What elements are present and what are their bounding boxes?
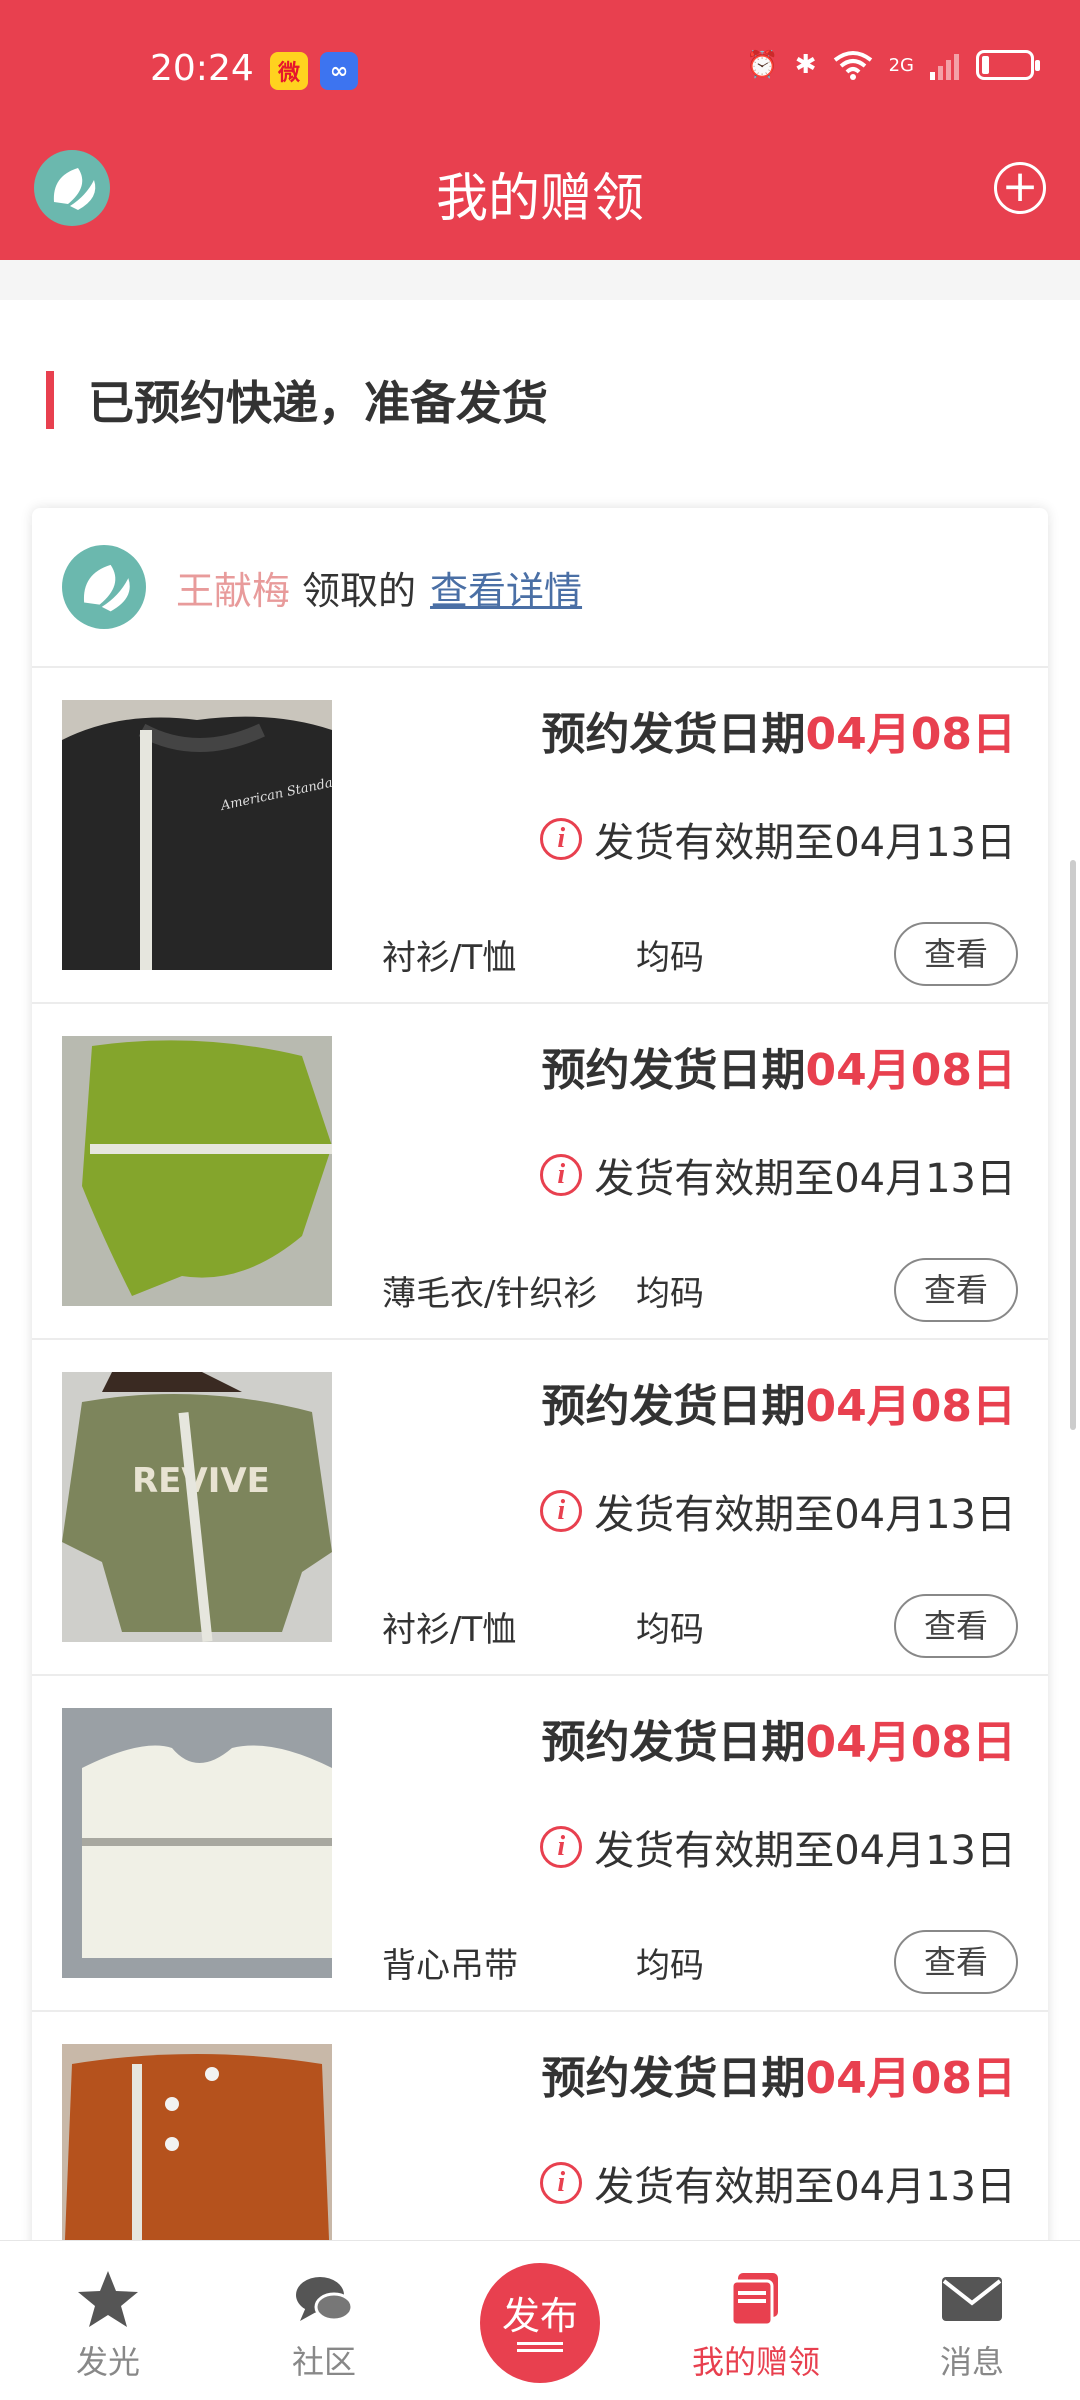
weibo-notification-icon: 微 xyxy=(270,52,308,90)
page-title: 我的赠领 xyxy=(435,169,644,229)
header: 我的赠领 + xyxy=(0,142,1080,260)
item-size: 均码 xyxy=(636,1946,704,1986)
info-icon: i xyxy=(540,1826,583,1868)
alarm-icon: ⏰ xyxy=(746,50,779,80)
status-time: 20:24 xyxy=(150,48,254,89)
item-photo[interactable]: American Standard xyxy=(62,700,332,970)
tab-label: 发光 xyxy=(75,2343,140,2381)
delivery-date: 预约发货日期04月08日 xyxy=(541,1717,1016,1768)
item-photo[interactable]: REVIVE xyxy=(62,1372,332,1642)
item-category: 衬衫/T恤 xyxy=(382,938,517,978)
info-icon: i xyxy=(540,1490,583,1532)
section-accent-bar xyxy=(46,371,54,429)
info-icon: i xyxy=(540,2162,583,2204)
status-indicators: ⏰ ✱ 2G xyxy=(746,50,1040,80)
bottom-tab-bar: 发光 社区 发布 我的赠领 消息 xyxy=(0,2240,1080,2400)
item-photo[interactable] xyxy=(62,1708,332,1978)
list-item[interactable]: 预约发货日期04月08日 i 发货有效期至04月13日 薄毛衣/针织衫 均码 查看 xyxy=(32,1004,1048,1340)
avatar xyxy=(62,545,146,629)
tab-label: 消息 xyxy=(939,2343,1004,2381)
tab-label: 我的赠领 xyxy=(691,2343,820,2381)
card-header: 王献梅 领取的 查看详情 xyxy=(32,508,1048,668)
valid-until: i 发货有效期至04月13日 xyxy=(540,2154,1016,2212)
item-category: 薄毛衣/针织衫 xyxy=(382,1274,598,1314)
valid-until: i 发货有效期至04月13日 xyxy=(540,1818,1016,1876)
view-button[interactable]: 查看 xyxy=(894,922,1018,986)
publish-label: 发布 xyxy=(501,2294,578,2338)
section-title: 已预约快递，准备发货 xyxy=(88,376,548,430)
claim-card: 王献梅 领取的 查看详情 American Standard 预约发货日期04月… xyxy=(32,508,1048,2240)
separator xyxy=(0,260,1080,300)
view-button[interactable]: 查看 xyxy=(894,1594,1018,1658)
tab-messages[interactable]: 消息 xyxy=(864,2241,1080,2400)
item-size: 均码 xyxy=(636,938,704,978)
info-icon: i xyxy=(540,1154,583,1196)
delivery-date: 预约发货日期04月08日 xyxy=(541,709,1016,760)
publish-icon xyxy=(517,2342,563,2352)
plus-circle-icon[interactable]: + xyxy=(994,162,1046,214)
tab-label: 社区 xyxy=(291,2343,356,2381)
section-header: 已预约快递，准备发货 xyxy=(0,370,548,430)
item-photo[interactable] xyxy=(62,2044,332,2240)
item-category: 衬衫/T恤 xyxy=(382,1610,517,1650)
publish-button[interactable]: 发布 xyxy=(480,2263,600,2383)
valid-until: i 发货有效期至04月13日 xyxy=(540,810,1016,868)
item-photo[interactable] xyxy=(62,1036,332,1306)
chat-bubbles-icon xyxy=(296,2277,354,2322)
gift-stack-icon xyxy=(730,2273,778,2327)
valid-until: i 发货有效期至04月13日 xyxy=(540,1146,1016,1204)
status-bar: 20:24 微 ∞ ⏰ ✱ 2G xyxy=(0,0,1080,142)
valid-until: i 发货有效期至04月13日 xyxy=(540,1482,1016,1540)
main-content[interactable]: 已预约快递，准备发货 王献梅 领取的 查看详情 American Standar… xyxy=(0,300,1080,2240)
star-icon xyxy=(78,2271,138,2327)
battery-icon xyxy=(976,50,1040,80)
list-item[interactable]: American Standard 预约发货日期04月08日 i 发货有效期至04… xyxy=(32,668,1048,1004)
tab-faguang[interactable]: 发光 xyxy=(0,2241,216,2400)
received-label: 领取的 xyxy=(302,568,417,613)
view-button[interactable]: 查看 xyxy=(894,1930,1018,1994)
wifi-icon xyxy=(833,51,872,80)
signal-icon xyxy=(930,54,959,80)
envelope-icon xyxy=(942,2277,1002,2321)
list-item[interactable]: 预约发货日期04月08日 i 发货有效期至04月13日 xyxy=(32,2012,1048,2240)
network-type-label: 2G xyxy=(888,54,914,76)
tab-community[interactable]: 社区 xyxy=(216,2241,432,2400)
delivery-date: 预约发货日期04月08日 xyxy=(541,1045,1016,1096)
infinity-notification-icon: ∞ xyxy=(320,52,358,90)
view-details-link[interactable]: 查看详情 xyxy=(430,560,582,615)
list-item[interactable]: REVIVE 预约发货日期04月08日 i 发货有效期至04月13日 衬衫/T恤 … xyxy=(32,1340,1048,1676)
item-category: 背心吊带 xyxy=(382,1946,518,1986)
scrollbar[interactable] xyxy=(1070,860,1076,1430)
item-size: 均码 xyxy=(636,1274,704,1314)
receiver-name[interactable]: 王献梅 xyxy=(176,560,290,615)
list-item[interactable]: 预约发货日期04月08日 i 发货有效期至04月13日 背心吊带 均码 查看 xyxy=(32,1676,1048,2012)
item-size: 均码 xyxy=(636,1610,704,1650)
tab-my-gifts[interactable]: 我的赠领 xyxy=(648,2241,864,2400)
view-button[interactable]: 查看 xyxy=(894,1258,1018,1322)
delivery-date: 预约发货日期04月08日 xyxy=(541,1381,1016,1432)
delivery-date: 预约发货日期04月08日 xyxy=(541,2053,1016,2104)
info-icon: i xyxy=(540,818,583,860)
svg-text:REVIVE: REVIVE xyxy=(132,1461,270,1501)
bluetooth-icon: ✱ xyxy=(794,50,817,80)
